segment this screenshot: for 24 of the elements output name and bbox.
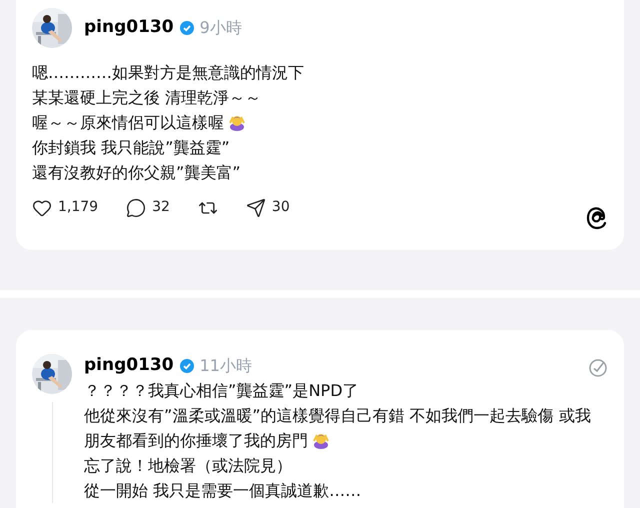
post-time: 9小時	[200, 17, 242, 39]
post-text-line: 你封鎖我 我只能說”龔益霆”	[32, 137, 231, 159]
post-text-line: 還有沒教好的你父親”龔美富”	[32, 162, 242, 184]
post-text-line: 嗯…………如果對方是無意識的情況下	[32, 62, 305, 84]
post-text-line: 忘了說！地檢署（或法院見）	[84, 455, 293, 477]
person-emoji-icon	[228, 113, 246, 131]
post-text-line: 喔～～原來情侶可以這樣喔	[32, 110, 608, 135]
username[interactable]: ping0130	[84, 15, 174, 41]
username[interactable]: ping0130	[84, 353, 174, 379]
post-text-line: 從一開始 我只是需要一個真誠道歉……	[84, 480, 362, 502]
share-button[interactable]: 30	[246, 197, 290, 218]
speech-bubble-icon	[126, 198, 146, 218]
send-icon	[246, 198, 266, 218]
heart-icon	[32, 198, 52, 218]
person-emoji-icon	[312, 431, 330, 449]
edit-check-icon[interactable]	[588, 358, 608, 378]
post-text-line: 他從來沒有”溫柔或溫暖”的這樣覺得自己有錯 不如我們一起去驗傷 或我	[84, 405, 592, 427]
post-time: 11小時	[200, 355, 252, 377]
reply-button[interactable]: 32	[126, 197, 170, 218]
post-text-line: ？？？？我真心相信”龔益霆”是NPD了	[84, 380, 360, 402]
threads-logo-icon	[586, 206, 608, 230]
post-text-line: 朋友都看到的你捶壞了我的房門	[84, 428, 608, 453]
like-button[interactable]: 1,179	[32, 197, 98, 218]
post-text-line: 某某還硬上完之後 清理乾淨～～	[32, 87, 262, 109]
